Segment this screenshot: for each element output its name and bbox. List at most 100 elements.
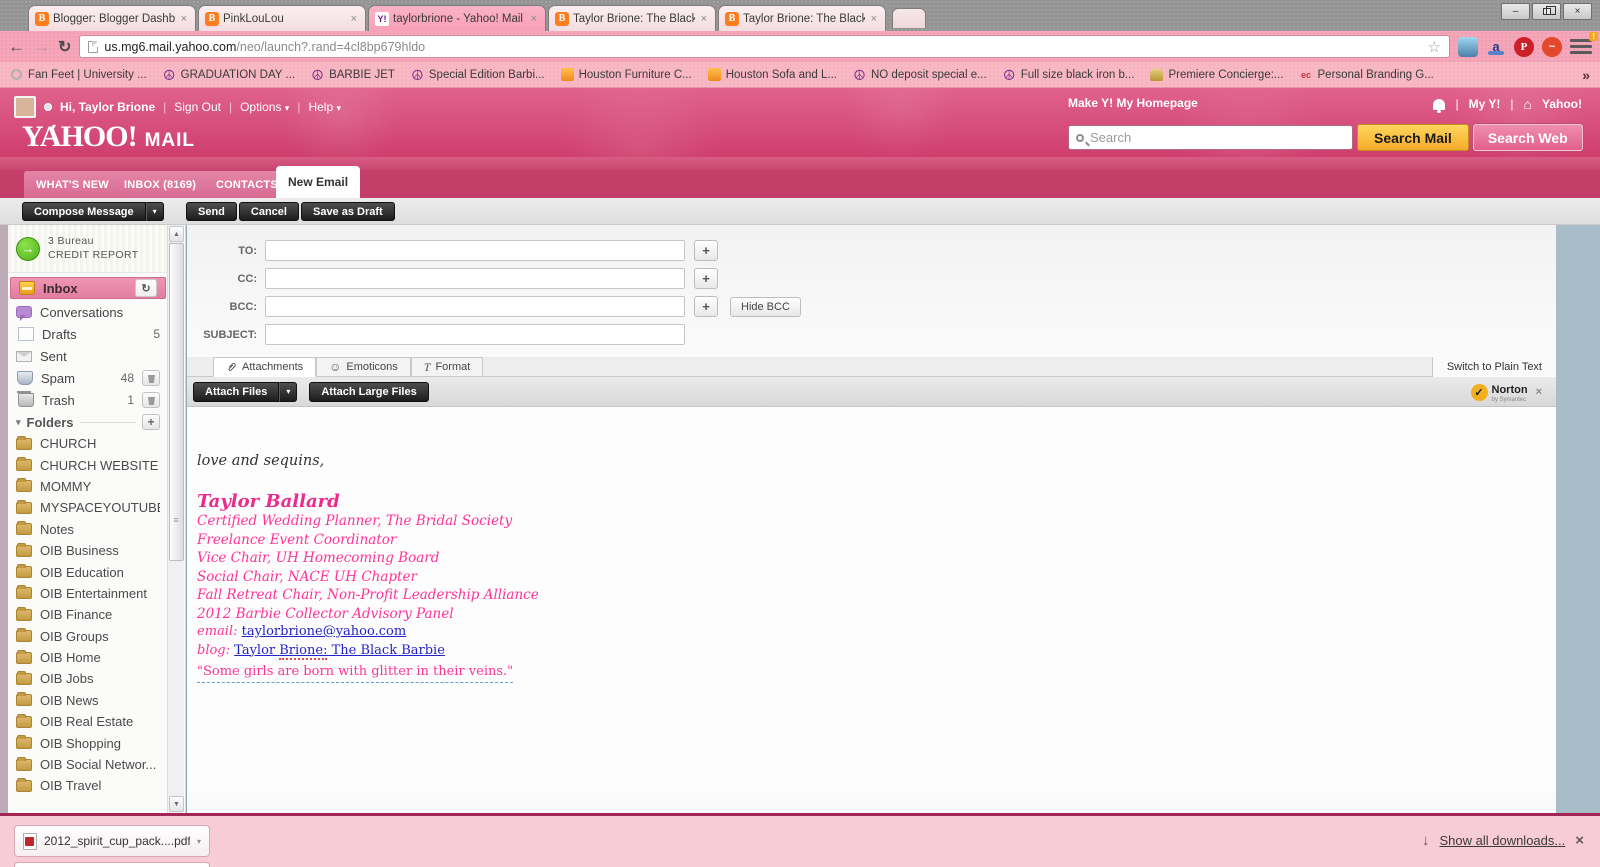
save-as-draft-button[interactable]: Save as Draft: [300, 202, 395, 221]
scrollbar-thumb[interactable]: [169, 243, 184, 561]
bookmark-star-icon[interactable]: ☆: [1428, 38, 1441, 56]
cc-input[interactable]: [265, 268, 685, 289]
add-bcc-recipient-button[interactable]: +: [694, 296, 718, 317]
show-all-downloads-link[interactable]: Show all downloads...: [1439, 833, 1565, 848]
tab-close-icon[interactable]: ×: [869, 13, 879, 25]
search-web-button[interactable]: Search Web: [1472, 124, 1583, 151]
bookmark-fan-feet[interactable]: Fan Feet | University ...: [10, 68, 147, 81]
options-menu[interactable]: Options ▾: [240, 100, 289, 114]
folder-item-oib-social-network[interactable]: OIB Social Networ...: [8, 754, 168, 775]
sidebar-ad[interactable]: → 3 Bureau CREDIT REPORT: [8, 225, 168, 273]
folder-item-oib-groups[interactable]: OIB Groups: [8, 626, 168, 647]
back-button[interactable]: ←: [8, 38, 25, 55]
bcc-input[interactable]: [265, 296, 685, 317]
compose-caret-icon[interactable]: ▾: [145, 202, 164, 221]
sidebar-item-conversations[interactable]: Conversations: [8, 301, 168, 323]
tab-close-icon[interactable]: ×: [529, 13, 539, 25]
pinterest-extension-icon[interactable]: P: [1514, 36, 1534, 57]
folders-header[interactable]: ▾ Folders +: [8, 411, 168, 433]
folder-item-church[interactable]: CHURCH: [8, 433, 168, 454]
sidebar-item-spam[interactable]: Spam 48: [8, 367, 168, 389]
avatar[interactable]: [14, 96, 36, 118]
folder-item-oib-shopping[interactable]: OIB Shopping: [8, 732, 168, 753]
blog-link[interactable]: Taylor Brione: The Black Barbie: [234, 642, 445, 660]
folder-item-oib-education[interactable]: OIB Education: [8, 561, 168, 582]
message-body-editor[interactable]: love and sequins, Taylor Ballard Certifi…: [187, 407, 1556, 793]
restore-button[interactable]: [1532, 3, 1561, 20]
folder-item-oib-home[interactable]: OIB Home: [8, 647, 168, 668]
my-y-link[interactable]: My Y!: [1469, 97, 1501, 111]
folder-item-notes[interactable]: Notes: [8, 519, 168, 540]
amazon-extension-icon[interactable]: a: [1486, 37, 1506, 57]
browser-menu-icon[interactable]: !: [1570, 31, 1598, 55]
download-item-pdf[interactable]: 2012_spirit_cup_pack....pdf ▾: [14, 825, 210, 857]
browser-tab-taylor-brione-1[interactable]: B Taylor Brione: The Black Ba ×: [548, 5, 716, 31]
minimize-button[interactable]: –: [1501, 3, 1530, 20]
send-button[interactable]: Send: [186, 202, 237, 221]
bookmark-special-edition[interactable]: ☮ Special Edition Barbi...: [411, 68, 544, 82]
bookmark-houston-furniture[interactable]: Houston Furniture C...: [560, 68, 692, 81]
yahoo-mail-logo[interactable]: YAHOO! MAIL: [22, 120, 195, 154]
bookmarks-overflow-chevron[interactable]: »: [1582, 67, 1590, 83]
compose-message-button[interactable]: Compose Message: [22, 202, 146, 221]
browser-tab-yahoo-mail-active[interactable]: Y! taylorbrione - Yahoo! Mail ×: [368, 5, 546, 31]
tab-format[interactable]: T Format: [410, 357, 484, 376]
scroll-up-icon[interactable]: ▲: [169, 226, 184, 242]
attach-files-caret-icon[interactable]: ▾: [279, 381, 298, 402]
hide-bcc-button[interactable]: Hide BCC: [730, 296, 801, 317]
help-menu[interactable]: Help ▾: [308, 100, 341, 114]
download-item-partial[interactable]: [14, 862, 210, 867]
search-input[interactable]: [1090, 130, 1345, 145]
sidebar-item-trash[interactable]: Trash 1: [8, 389, 168, 411]
bookmark-houston-sofa[interactable]: Houston Sofa and L...: [707, 68, 837, 81]
subject-input[interactable]: [265, 324, 685, 345]
browser-tab-blogger-dashboard[interactable]: B Blogger: Blogger Dashboar ×: [28, 5, 196, 31]
search-mail-button[interactable]: Search Mail: [1357, 124, 1469, 151]
new-tab-button[interactable]: [892, 8, 926, 28]
folder-item-oib-entertainment[interactable]: OIB Entertainment: [8, 583, 168, 604]
folder-item-oib-travel[interactable]: OIB Travel: [8, 775, 168, 796]
to-input[interactable]: [265, 240, 685, 261]
tab-close-icon[interactable]: ×: [349, 13, 359, 25]
stumbleupon-extension-icon[interactable]: ~: [1542, 36, 1562, 57]
cancel-button[interactable]: Cancel: [238, 202, 299, 221]
attach-large-files-button[interactable]: Attach Large Files: [309, 381, 429, 402]
add-folder-button[interactable]: +: [142, 414, 160, 430]
bookmark-barbie-jet[interactable]: ☮ BARBIE JET: [311, 68, 395, 82]
close-download-shelf-icon[interactable]: ×: [1575, 832, 1584, 849]
bookmark-graduation-day[interactable]: ☮ GRADUATION DAY ...: [163, 68, 295, 82]
tab-inbox[interactable]: INBOX (8169): [112, 171, 209, 198]
empty-spam-button[interactable]: [142, 370, 160, 386]
tab-emoticons[interactable]: ☺ Emoticons: [316, 357, 411, 376]
bookmark-personal-branding[interactable]: ec Personal Branding G...: [1300, 68, 1434, 81]
sidebar-item-drafts[interactable]: Drafts 5: [8, 323, 168, 345]
sidebar-item-inbox[interactable]: Inbox ↻: [10, 277, 166, 299]
tab-close-icon[interactable]: ×: [179, 13, 189, 25]
download-item-caret-icon[interactable]: ▾: [197, 837, 201, 846]
tab-close-icon[interactable]: ×: [699, 13, 709, 25]
switch-to-plain-text-link[interactable]: Switch to Plain Text: [1431, 357, 1556, 377]
address-bar[interactable]: us.mg6.mail.yahoo.com/neo/launch?.rand=4…: [79, 35, 1450, 58]
email-link[interactable]: taylorbrione@yahoo.com: [242, 624, 407, 639]
browser-tab-taylor-brione-2[interactable]: B Taylor Brione: The Black B ×: [718, 5, 886, 31]
folder-item-oib-real-estate[interactable]: OIB Real Estate: [8, 711, 168, 732]
tab-whats-new[interactable]: WHAT'S NEW: [24, 171, 121, 198]
folder-item-oib-business[interactable]: OIB Business: [8, 540, 168, 561]
empty-trash-button[interactable]: [142, 392, 160, 408]
folder-item-oib-finance[interactable]: OIB Finance: [8, 604, 168, 625]
bookmark-full-size-iron[interactable]: ☮ Full size black iron b...: [1003, 68, 1135, 82]
bookmark-no-deposit[interactable]: ☮ NO deposit special e...: [853, 68, 986, 82]
sign-out-link[interactable]: Sign Out: [174, 100, 221, 114]
add-to-recipient-button[interactable]: +: [694, 240, 718, 261]
reload-button[interactable]: ↻: [58, 37, 71, 57]
attach-files-button[interactable]: Attach Files: [193, 381, 280, 402]
make-homepage-link[interactable]: Make Y! My Homepage: [1068, 96, 1198, 110]
tab-attachments[interactable]: Attachments: [213, 357, 317, 377]
norton-close-icon[interactable]: ×: [1536, 386, 1542, 398]
hootsuite-extension-icon[interactable]: [1458, 36, 1478, 57]
scroll-down-icon[interactable]: ▼: [169, 796, 184, 812]
forward-button[interactable]: →: [33, 38, 50, 55]
folder-item-mommy[interactable]: MOMMY: [8, 476, 168, 497]
folder-item-myspaceyoutube[interactable]: MYSPACEYOUTUBE: [8, 497, 168, 518]
folder-item-oib-jobs[interactable]: OIB Jobs: [8, 668, 168, 689]
